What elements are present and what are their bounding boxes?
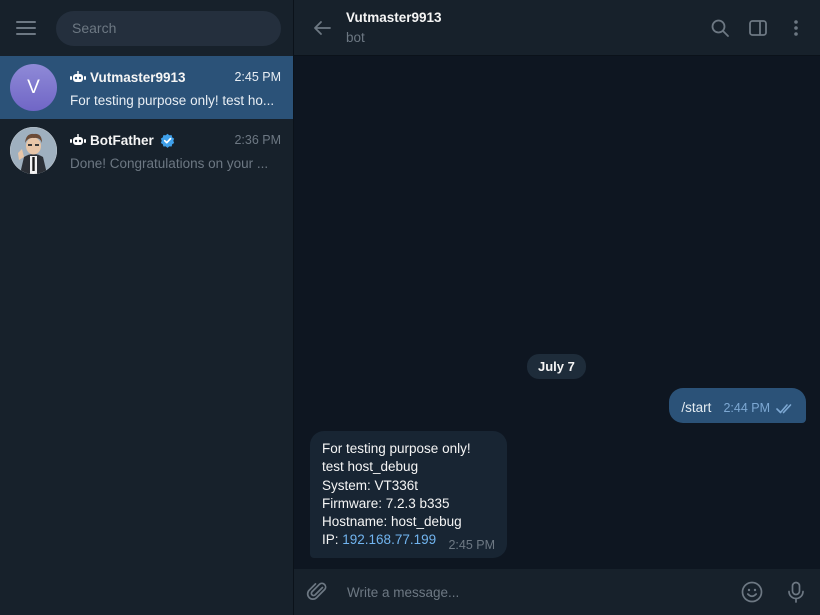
ip-label: IP: <box>322 532 343 548</box>
ip-line: IP: 192.168.77.199 <box>322 531 436 549</box>
message-composer <box>294 569 820 615</box>
chat-time: 2:36 PM <box>234 133 281 147</box>
avatar-letter: V <box>27 76 40 98</box>
microphone-icon[interactable] <box>784 580 808 604</box>
botfather-avatar-image <box>10 127 57 174</box>
outgoing-message[interactable]: /start 2:44 PM <box>669 388 806 423</box>
botfather-avatar <box>10 127 57 174</box>
chat-body: BotFather 2:36 PM Done! Congratulations … <box>70 130 281 171</box>
telegram-window: V Vutmaster9 <box>0 0 820 615</box>
bot-icon <box>70 71 86 82</box>
ip-link[interactable]: 192.168.77.199 <box>342 532 436 547</box>
chat-name: Vutmaster9913 <box>70 70 186 85</box>
message-time: 2:45 PM <box>448 537 495 552</box>
message-time: 2:44 PM <box>723 401 770 415</box>
chat-header: Vutmaster9913 bot <box>294 0 820 56</box>
message-line: System: VT336t <box>322 477 419 493</box>
message-line: test host_debug <box>322 459 419 475</box>
chat-item-vutmaster9913[interactable]: V Vutmaster9913 2:45 PM For testing purp… <box>0 56 293 119</box>
attach-paperclip-icon[interactable] <box>306 580 330 604</box>
more-vertical-icon[interactable] <box>784 16 808 40</box>
search-input[interactable] <box>72 20 265 36</box>
message-line: Firmware: 7.2.3 b335 <box>322 495 450 511</box>
date-separator: July 7 <box>527 354 586 379</box>
double-check-icon <box>776 403 792 413</box>
chat-panel: Vutmaster9913 bot July 7 /start 2:44 PM … <box>294 0 820 615</box>
back-arrow-icon[interactable] <box>310 16 334 40</box>
avatar: V <box>10 64 57 111</box>
chat-top-row: Vutmaster9913 2:45 PM <box>70 67 281 87</box>
chat-top-row: BotFather 2:36 PM <box>70 130 281 150</box>
chat-list: V Vutmaster9913 2:45 PM For testing purp… <box>0 56 293 615</box>
chat-name: BotFather <box>70 133 175 148</box>
chat-name-text: BotFather <box>90 132 154 148</box>
peer-name: Vutmaster9913 <box>346 10 442 25</box>
message-last-row: IP: 192.168.77.199 2:45 PM <box>322 531 495 552</box>
chat-name-text: Vutmaster9913 <box>90 69 186 85</box>
chat-time: 2:45 PM <box>234 70 281 84</box>
search-box[interactable] <box>56 10 281 46</box>
chat-preview: For testing purpose only! test ho... <box>70 93 275 108</box>
bot-icon <box>70 134 86 145</box>
header-actions <box>708 16 808 40</box>
sidebar-header <box>0 0 293 56</box>
chat-body: Vutmaster9913 2:45 PM For testing purpos… <box>70 67 281 108</box>
sidebar-toggle-icon[interactable] <box>746 16 770 40</box>
emoji-icon[interactable] <box>740 580 764 604</box>
message-input[interactable] <box>347 584 740 600</box>
chat-item-botfather[interactable]: BotFather 2:36 PM Done! Congratulations … <box>0 119 293 182</box>
message-area: July 7 /start 2:44 PM For testing purpos… <box>294 56 820 569</box>
message-line: Hostname: host_debug <box>322 514 462 530</box>
message-text: /start <box>681 400 712 415</box>
peer-status: bot <box>346 30 365 45</box>
message-line: For testing purpose only! <box>322 441 471 456</box>
composer-actions <box>740 580 808 604</box>
message-meta: 2:44 PM <box>723 395 794 415</box>
peer-info[interactable]: Vutmaster9913 bot <box>346 10 708 45</box>
search-icon[interactable] <box>708 16 732 40</box>
verified-icon <box>160 133 174 148</box>
chat-preview: Done! Congratulations on your ... <box>70 156 269 171</box>
hamburger-menu-icon[interactable] <box>16 16 40 40</box>
incoming-message[interactable]: For testing purpose only! test host_debu… <box>310 431 507 558</box>
sidebar: V Vutmaster9 <box>0 0 294 615</box>
